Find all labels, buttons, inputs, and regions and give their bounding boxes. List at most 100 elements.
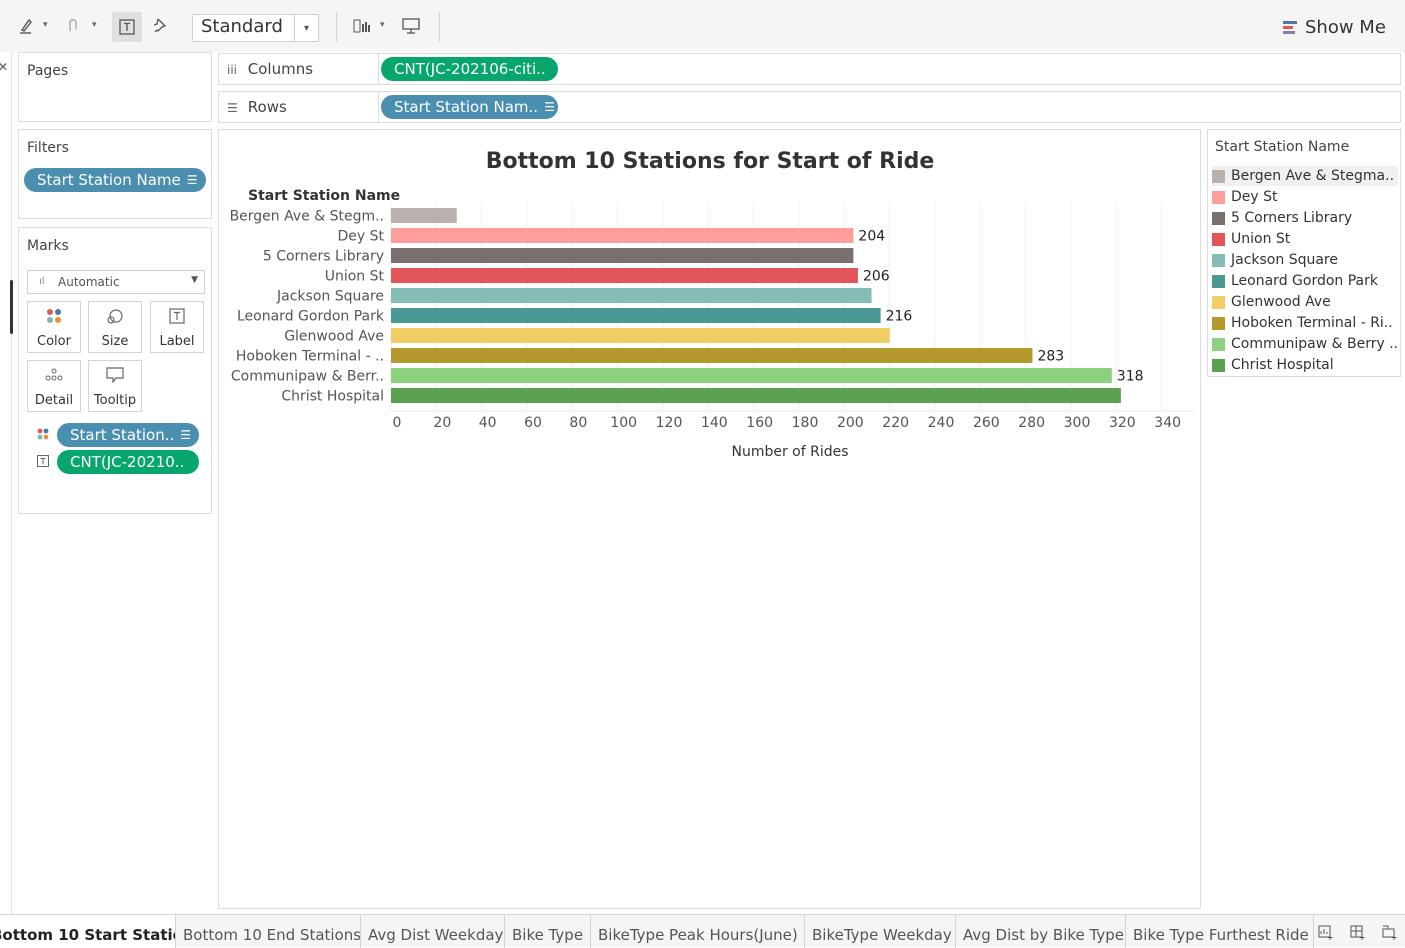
- legend-item[interactable]: Glenwood Ave: [1212, 292, 1398, 312]
- bar[interactable]: [391, 388, 1121, 403]
- filters-title: Filters: [27, 140, 69, 156]
- presentation-icon[interactable]: [400, 14, 422, 38]
- bar[interactable]: [391, 328, 890, 343]
- sheet-tab[interactable]: Bike Type Furthest Ride: [1126, 915, 1314, 948]
- rows-icon: ☰: [227, 101, 238, 115]
- row-label[interactable]: Jackson Square: [276, 289, 384, 305]
- filter-pill-start-station[interactable]: Start Station Name ☰: [24, 168, 206, 192]
- detail-button[interactable]: Detail: [27, 360, 81, 412]
- rows-shelf[interactable]: ☰ Rows Start Station Nam.. ☰: [218, 91, 1401, 123]
- pin-icon[interactable]: [149, 14, 171, 38]
- marks-pill-label: CNT(JC-20210..: [70, 453, 185, 471]
- new-story-icon[interactable]: [1382, 925, 1398, 945]
- legend-item[interactable]: 5 Corners Library: [1212, 208, 1398, 228]
- mark-type-select[interactable]: ıl Automatic ▼: [27, 270, 205, 294]
- sheet-tab[interactable]: BikeType Peak Hours(June): [591, 915, 805, 948]
- legend-item[interactable]: Leonard Gordon Park: [1212, 271, 1398, 291]
- sheet-tab[interactable]: Avg Dist Weekday: [361, 915, 505, 948]
- rows-pill-label: Start Station Nam..: [394, 98, 539, 116]
- new-dashboard-icon[interactable]: [1350, 925, 1366, 945]
- marks-pill-label: Start Station..: [70, 426, 175, 444]
- x-tick-label: 120: [656, 415, 683, 431]
- highlight-icon[interactable]: [15, 14, 37, 38]
- label-icon: [151, 308, 203, 328]
- legend-label: Leonard Gordon Park: [1231, 273, 1378, 289]
- legend-item[interactable]: Communipaw & Berry ..: [1212, 334, 1398, 354]
- sheet-tab-label: Bottom 10 End Stations: [183, 926, 361, 944]
- sheet-tab[interactable]: Avg Dist by Bike Type: [956, 915, 1126, 948]
- legend-item[interactable]: Hoboken Terminal - Ri..: [1212, 313, 1398, 333]
- x-tick-label: 220: [882, 415, 909, 431]
- row-label[interactable]: Christ Hospital: [281, 389, 384, 405]
- annotate-icon[interactable]: [62, 14, 84, 38]
- legend-item[interactable]: Dey St: [1212, 187, 1398, 207]
- color-legend[interactable]: Start Station Name Bergen Ave & Stegma..…: [1207, 129, 1401, 377]
- viz-canvas[interactable]: Bottom 10 Stations for Start of Ride Sta…: [218, 129, 1201, 909]
- bar-chart[interactable]: Bottom 10 Stations for Start of Ride Sta…: [219, 130, 1200, 908]
- annotate-dropdown-icon[interactable]: ▾: [92, 20, 97, 30]
- legend-label: Hoboken Terminal - Ri..: [1231, 315, 1393, 331]
- bar[interactable]: [391, 348, 1033, 363]
- columns-pill-count[interactable]: CNT(JC-202106-citi..: [381, 57, 558, 81]
- sheet-tab[interactable]: Bottom 10 Start Stations: [0, 915, 176, 948]
- view-mode-value: Standard: [201, 16, 283, 37]
- legend-label: Communipaw & Berry ..: [1231, 336, 1398, 352]
- bar[interactable]: [391, 368, 1112, 383]
- sheet-tab[interactable]: Bottom 10 End Stations: [176, 915, 361, 948]
- legend-item[interactable]: Bergen Ave & Stegma..: [1212, 166, 1398, 186]
- bar[interactable]: [391, 228, 854, 243]
- sheet-tab-label: Bottom 10 Start Stations: [0, 926, 175, 944]
- row-label[interactable]: Communipaw & Berr..: [231, 369, 384, 385]
- show-me-button[interactable]: Show Me: [1283, 16, 1386, 38]
- legend-item[interactable]: Christ Hospital: [1212, 355, 1398, 375]
- bar-value-label: 206: [863, 269, 890, 285]
- size-label: Size: [101, 334, 129, 349]
- row-label[interactable]: Hoboken Terminal - ..: [236, 349, 384, 365]
- bar[interactable]: [391, 308, 881, 323]
- rows-shelf-label: ☰ Rows: [219, 92, 379, 122]
- fit-dropdown-icon[interactable]: ▾: [380, 20, 385, 30]
- label-button[interactable]: Label: [150, 301, 204, 353]
- filters-card[interactable]: Filters Start Station Name ☰: [18, 129, 212, 219]
- marks-pill-start-station[interactable]: Start Station.. ☰: [57, 423, 199, 447]
- x-axis-title: Number of Rides: [731, 444, 848, 460]
- marks-card: Marks ıl Automatic ▼ Color Size Label De…: [18, 227, 212, 514]
- sheet-tab[interactable]: BikeType Weekday: [805, 915, 956, 948]
- row-label[interactable]: Leonard Gordon Park: [237, 309, 385, 325]
- sort-icon: ☰: [186, 173, 198, 187]
- bar[interactable]: [391, 268, 858, 283]
- view-mode-select[interactable]: Standard ▾: [192, 14, 319, 42]
- row-label[interactable]: Bergen Ave & Stegm..: [230, 209, 384, 225]
- bar[interactable]: [391, 248, 854, 263]
- detail-label: Detail: [34, 393, 74, 408]
- sheet-tab-label: Avg Dist by Bike Type: [963, 926, 1124, 944]
- toolbar-divider: [336, 12, 337, 42]
- row-label[interactable]: Union St: [325, 269, 385, 285]
- sheet-tab-label: Bike Type Furthest Ride: [1133, 926, 1309, 944]
- rows-pill-start-station[interactable]: Start Station Nam.. ☰: [381, 95, 558, 119]
- sheet-tab[interactable]: Bike Type: [505, 915, 591, 948]
- new-worksheet-icon[interactable]: [1318, 925, 1334, 945]
- close-icon[interactable]: ✕: [0, 60, 8, 74]
- pages-card[interactable]: Pages: [18, 52, 212, 122]
- legend-item[interactable]: Union St: [1212, 229, 1398, 249]
- resize-handle[interactable]: [10, 280, 13, 334]
- bar[interactable]: [391, 208, 457, 223]
- marks-pill-count[interactable]: CNT(JC-20210..: [57, 450, 199, 474]
- size-button[interactable]: Size: [88, 301, 142, 353]
- fit-icon[interactable]: [352, 14, 374, 38]
- chevron-down-icon: ▼: [191, 275, 198, 285]
- highlight-dropdown-icon[interactable]: ▾: [43, 20, 48, 30]
- bar-value-label: 204: [858, 229, 885, 245]
- bar[interactable]: [391, 288, 872, 303]
- label-icon: [37, 455, 49, 470]
- columns-shelf[interactable]: iii Columns CNT(JC-202106-citi..: [218, 53, 1401, 85]
- label-text-icon[interactable]: [112, 12, 142, 42]
- row-label[interactable]: Glenwood Ave: [284, 329, 384, 345]
- row-label[interactable]: 5 Corners Library: [263, 249, 384, 265]
- row-label[interactable]: Dey St: [337, 229, 384, 245]
- tooltip-button[interactable]: Tooltip: [88, 360, 142, 412]
- color-button[interactable]: Color: [27, 301, 81, 353]
- toolbar-divider: [439, 12, 440, 42]
- legend-item[interactable]: Jackson Square: [1212, 250, 1398, 270]
